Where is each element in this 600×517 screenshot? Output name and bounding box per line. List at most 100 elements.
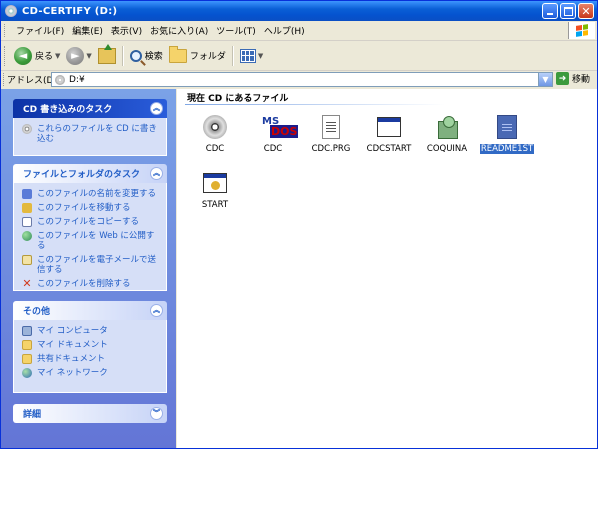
window-title: CD-CERTIFY (D:) bbox=[22, 5, 118, 17]
other-places-title: その他 bbox=[23, 307, 51, 317]
back-button[interactable]: ◄ 戻る ▼ bbox=[11, 44, 63, 68]
task-copy[interactable]: このファイルをコピーする bbox=[22, 217, 160, 227]
back-dropdown-icon[interactable]: ▼ bbox=[55, 52, 60, 60]
folders-button[interactable]: フォルダ bbox=[166, 44, 229, 68]
task-label: これらのファイルを CD に書き込む bbox=[37, 124, 157, 144]
views-button[interactable]: ▼ bbox=[237, 44, 266, 68]
file-name: CDCSTART bbox=[366, 144, 412, 154]
menu-bar: ファイル(F) 編集(E) 表示(V) お気に入り(A) ツール(T) ヘルプ(… bbox=[1, 21, 597, 41]
file-item[interactable]: CDCSTART bbox=[361, 113, 417, 154]
computer-icon bbox=[22, 326, 32, 336]
task-delete[interactable]: ✕ このファイルを削除する bbox=[22, 277, 160, 290]
collapse-chevron-icon[interactable]: ︽ bbox=[150, 167, 163, 180]
go-label: 移動 bbox=[572, 75, 591, 85]
search-button[interactable]: 検索 bbox=[127, 44, 166, 68]
task-pane: CD 書き込みのタスク ︽ これらのファイルを CD に書き込む ファイルとフォ… bbox=[1, 89, 176, 448]
forward-dropdown-icon[interactable]: ▼ bbox=[86, 52, 91, 60]
collapse-chevron-icon[interactable]: ︽ bbox=[150, 102, 163, 115]
windows-logo-icon bbox=[568, 22, 595, 39]
folder-up-icon bbox=[97, 43, 116, 64]
application-icon bbox=[377, 117, 401, 137]
cd-tasks-body: これらのファイルを CD に書き込む bbox=[13, 118, 167, 156]
search-icon bbox=[129, 49, 142, 62]
menu-view[interactable]: 表示(V) bbox=[107, 24, 146, 37]
file-item[interactable]: START bbox=[187, 169, 243, 210]
shared-folder-icon bbox=[22, 354, 32, 364]
task-email[interactable]: このファイルを電子メールで送信する bbox=[22, 255, 160, 275]
views-dropdown-icon[interactable]: ▼ bbox=[258, 52, 263, 60]
task-write-to-cd[interactable]: これらのファイルを CD に書き込む bbox=[22, 124, 160, 144]
toolbar-separator bbox=[231, 45, 234, 66]
minimize-button[interactable] bbox=[542, 3, 558, 19]
file-name: CDC.PRG bbox=[311, 144, 351, 154]
application-icon bbox=[203, 173, 227, 193]
file-tasks-title: ファイルとフォルダのタスク bbox=[23, 170, 141, 180]
cd-drive-icon bbox=[55, 74, 65, 85]
setup-icon bbox=[435, 115, 459, 139]
cd-tasks-title: CD 書き込みのタスク bbox=[23, 105, 113, 115]
file-item-selected[interactable]: README1ST bbox=[479, 113, 535, 154]
link-my-documents[interactable]: マイ ドキュメント bbox=[22, 340, 160, 350]
task-publish-web[interactable]: このファイルを Web に公開する bbox=[22, 231, 160, 251]
network-icon bbox=[22, 368, 32, 378]
address-input[interactable]: D:¥ ▼ bbox=[51, 72, 553, 87]
task-label: このファイルを電子メールで送信する bbox=[37, 255, 157, 275]
forward-button[interactable]: ► ▼ bbox=[63, 44, 94, 68]
file-name: CDC bbox=[205, 144, 225, 154]
task-label: マイ コンピュータ bbox=[37, 326, 108, 336]
link-my-computer[interactable]: マイ コンピュータ bbox=[22, 326, 160, 336]
address-bar: アドレス(D) D:¥ ▼ ➜ 移動 bbox=[1, 71, 597, 88]
maximize-button[interactable] bbox=[560, 3, 576, 19]
file-item[interactable]: CDC.PRG bbox=[303, 113, 359, 154]
folders-label: フォルダ bbox=[189, 52, 226, 62]
other-places-header[interactable]: その他 ︽ bbox=[13, 301, 167, 320]
link-my-network[interactable]: マイ ネットワーク bbox=[22, 368, 160, 378]
explorer-window: CD-CERTIFY (D:) ✕ ファイル(F) 編集(E) 表示(V) お気… bbox=[0, 0, 598, 449]
details-header[interactable]: 詳細 ︾ bbox=[13, 404, 167, 423]
file-item[interactable]: COQUINA bbox=[419, 113, 475, 154]
details-panel: 詳細 ︾ bbox=[13, 404, 167, 423]
maximize-icon bbox=[563, 6, 573, 16]
move-icon bbox=[22, 203, 32, 213]
toolbar-separator bbox=[121, 45, 124, 66]
task-label: このファイルの名前を変更する bbox=[37, 189, 157, 199]
menu-edit[interactable]: 編集(E) bbox=[68, 24, 107, 37]
task-move[interactable]: このファイルを移動する bbox=[22, 203, 160, 213]
file-tasks-body: このファイルの名前を変更する このファイルを移動する このファイルをコピーする … bbox=[13, 183, 167, 291]
collapse-chevron-icon[interactable]: ︽ bbox=[150, 304, 163, 317]
cd-tasks-header[interactable]: CD 書き込みのタスク ︽ bbox=[13, 99, 167, 118]
minimize-icon bbox=[547, 13, 553, 15]
task-label: このファイルを削除する bbox=[37, 279, 131, 289]
file-name: START bbox=[201, 200, 229, 210]
document-icon bbox=[322, 115, 340, 139]
task-label: マイ ドキュメント bbox=[37, 340, 108, 350]
menu-file[interactable]: ファイル(F) bbox=[12, 24, 68, 37]
menu-favorites[interactable]: お気に入り(A) bbox=[146, 24, 212, 37]
menu-help[interactable]: ヘルプ(H) bbox=[260, 24, 309, 37]
back-label: 戻る bbox=[35, 52, 54, 62]
details-title: 詳細 bbox=[23, 410, 42, 420]
menu-tools[interactable]: ツール(T) bbox=[212, 24, 260, 37]
file-item[interactable]: CDC bbox=[187, 113, 243, 154]
search-label: 検索 bbox=[144, 52, 163, 62]
delete-icon: ✕ bbox=[22, 277, 32, 290]
address-dropdown-button[interactable]: ▼ bbox=[538, 73, 552, 86]
file-tasks-header[interactable]: ファイルとフォルダのタスク ︽ bbox=[13, 164, 167, 183]
expand-chevron-icon[interactable]: ︾ bbox=[150, 407, 163, 420]
globe-icon bbox=[22, 231, 32, 241]
my-documents-icon bbox=[22, 340, 32, 350]
close-button[interactable]: ✕ bbox=[578, 3, 594, 19]
folder-icon bbox=[168, 45, 187, 63]
go-button[interactable]: ➜ 移動 bbox=[556, 72, 590, 85]
link-shared-documents[interactable]: 共有ドキュメント bbox=[22, 354, 160, 364]
forward-arrow-icon: ► bbox=[66, 46, 85, 65]
file-name: COQUINA bbox=[426, 144, 468, 154]
file-name: CDC bbox=[263, 144, 283, 154]
up-button[interactable] bbox=[95, 43, 119, 68]
views-icon bbox=[239, 48, 256, 63]
task-rename[interactable]: このファイルの名前を変更する bbox=[22, 189, 160, 199]
msdos-icon: MS DOS bbox=[262, 116, 299, 138]
file-item[interactable]: MS DOS CDC bbox=[245, 113, 301, 154]
other-places-body: マイ コンピュータ マイ ドキュメント 共有ドキュメント マイ ネットワーク bbox=[13, 320, 167, 393]
title-bar[interactable]: CD-CERTIFY (D:) ✕ bbox=[1, 1, 597, 21]
